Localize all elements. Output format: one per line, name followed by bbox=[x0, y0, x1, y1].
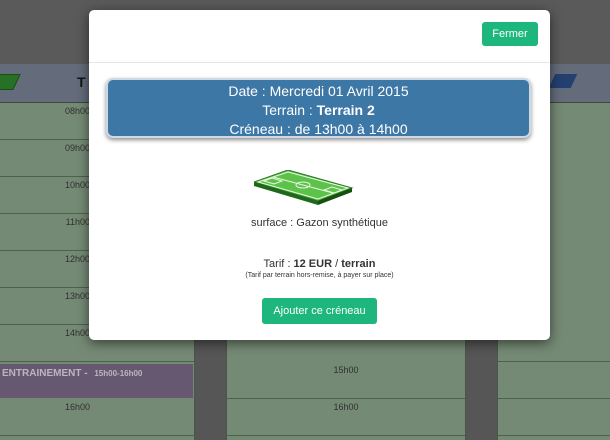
tarif-label: Tarif : bbox=[263, 258, 294, 270]
creneau-line: Créneau : de 13h00 à 14h00 bbox=[229, 121, 408, 137]
tarif-unit: terrain bbox=[341, 258, 376, 270]
terrain-label: Terrain : bbox=[262, 102, 317, 118]
tarif-note: (Tarif par terrain hors-remise, à payer … bbox=[245, 272, 394, 279]
booking-modal: Fermer Date : Mercredi 01 Avril 2015 Ter… bbox=[89, 10, 550, 340]
modal-header: Fermer bbox=[89, 10, 550, 63]
tarif-price: 12 EUR bbox=[293, 258, 333, 270]
add-slot-button[interactable]: Ajouter ce créneau bbox=[262, 298, 377, 324]
terrain-line: Terrain : Terrain 2 bbox=[108, 101, 529, 120]
date-line: Date : Mercredi 01 Avril 2015 bbox=[108, 82, 529, 101]
tarif-line: Tarif : 12 EUR / terrain bbox=[89, 258, 550, 270]
surface-text: surface : Gazon synthétique bbox=[251, 217, 388, 229]
football-pitch-icon bbox=[254, 170, 354, 205]
close-button[interactable]: Fermer bbox=[482, 22, 538, 46]
terrain-value: Terrain 2 bbox=[316, 102, 375, 118]
tarif-separator: / bbox=[332, 258, 342, 270]
date-label: Date : bbox=[228, 83, 270, 99]
booking-info-box: Date : Mercredi 01 Avril 2015 Terrain : … bbox=[106, 78, 531, 138]
date-value: Mercredi 01 Avril 2015 bbox=[269, 83, 409, 99]
